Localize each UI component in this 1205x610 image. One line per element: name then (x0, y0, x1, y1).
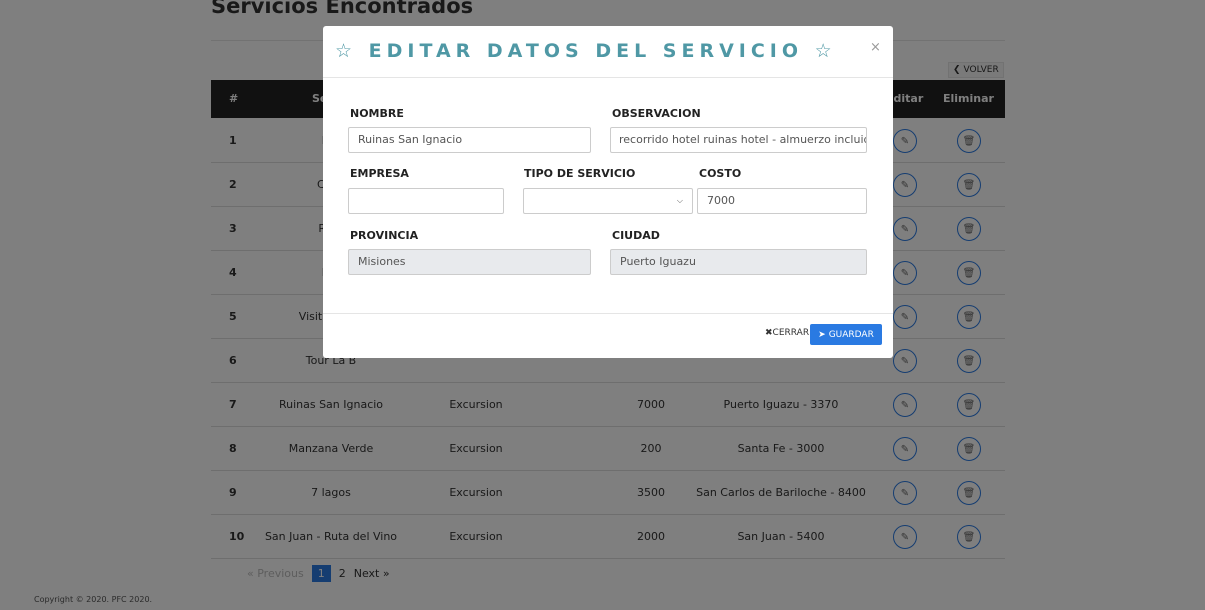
guardar-button[interactable]: ➤ GUARDAR (810, 324, 882, 345)
label-empresa: EMPRESA (350, 167, 409, 180)
label-tipo-servicio: TIPO DE SERVICIO (524, 167, 636, 180)
guardar-label: GUARDAR (828, 329, 874, 340)
cerrar-label: CERRAR (772, 328, 810, 338)
close-x-icon: ✖ (765, 328, 773, 338)
nombre-field[interactable]: Ruinas San Ignacio (348, 127, 591, 153)
label-costo: COSTO (699, 167, 742, 180)
label-provincia: PROVINCIA (350, 229, 419, 242)
ciudad-field: Puerto Iguazu (610, 249, 867, 275)
label-nombre: NOMBRE (350, 107, 404, 120)
close-icon[interactable]: × (870, 40, 881, 55)
modal-title: ☆ EDITAR DATOS DEL SERVICIO ☆ (335, 40, 837, 62)
chevron-down-icon: ⌵ (676, 196, 683, 205)
label-ciudad: CIUDAD (612, 229, 660, 242)
provincia-field: Misiones (348, 249, 591, 275)
edit-service-modal: ☆ EDITAR DATOS DEL SERVICIO ☆ × NOMBRE R… (323, 26, 893, 358)
tipo-servicio-select[interactable]: ⌵ (523, 188, 693, 214)
modal-header-divider (323, 77, 893, 78)
observacion-field[interactable]: recorrido hotel ruinas hotel - almuerzo … (610, 127, 867, 153)
cerrar-button[interactable]: ✖CERRAR (765, 328, 809, 338)
label-observacion: OBSERVACION (612, 107, 701, 120)
costo-field[interactable]: 7000 (697, 188, 867, 214)
send-icon: ➤ (818, 329, 826, 340)
empresa-field[interactable] (348, 188, 504, 214)
modal-footer-divider (323, 313, 893, 314)
